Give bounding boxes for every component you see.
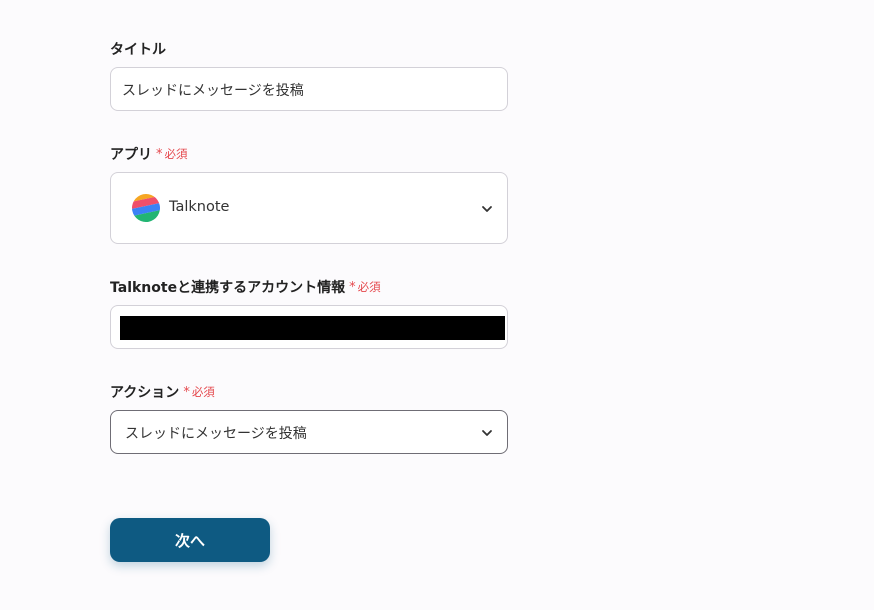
next-button-label: 次へ — [174, 531, 205, 550]
title-label: タイトル — [110, 39, 166, 59]
title-input[interactable]: スレッドにメッセージを投稿 — [110, 67, 508, 111]
title-input-value: スレッドにメッセージを投稿 — [122, 83, 304, 99]
next-button[interactable]: 次へ — [110, 518, 270, 562]
required-star: * — [183, 384, 190, 400]
title-label-text: タイトル — [110, 42, 166, 58]
required-badge: * 必須 — [156, 146, 188, 162]
account-select[interactable] — [110, 305, 508, 349]
required-star: * — [156, 146, 163, 162]
talknote-logo-icon — [129, 191, 163, 225]
required-star: * — [349, 279, 356, 295]
app-label: アプリ * 必須 — [110, 144, 188, 164]
action-select-value: スレッドにメッセージを投稿 — [125, 426, 307, 442]
required-text: 必須 — [164, 147, 188, 161]
required-text: 必須 — [357, 280, 381, 294]
account-label-text: Talknoteと連携するアカウント情報 — [110, 280, 346, 296]
action-label-text: アクション — [110, 385, 180, 401]
redacted-value-block — [120, 316, 505, 340]
app-label-text: アプリ — [110, 147, 152, 163]
required-badge: * 必須 — [183, 384, 215, 400]
required-text: 必須 — [191, 385, 215, 399]
action-label: アクション * 必須 — [110, 382, 215, 402]
action-select[interactable]: スレッドにメッセージを投稿 — [110, 410, 508, 454]
account-label: Talknoteと連携するアカウント情報 * 必須 — [110, 277, 381, 297]
app-select[interactable]: Talknote — [110, 172, 508, 244]
app-select-value: Talknote — [169, 199, 230, 215]
chevron-down-icon[interactable] — [481, 427, 493, 439]
chevron-down-icon[interactable] — [481, 203, 493, 215]
required-badge: * 必須 — [349, 279, 381, 295]
